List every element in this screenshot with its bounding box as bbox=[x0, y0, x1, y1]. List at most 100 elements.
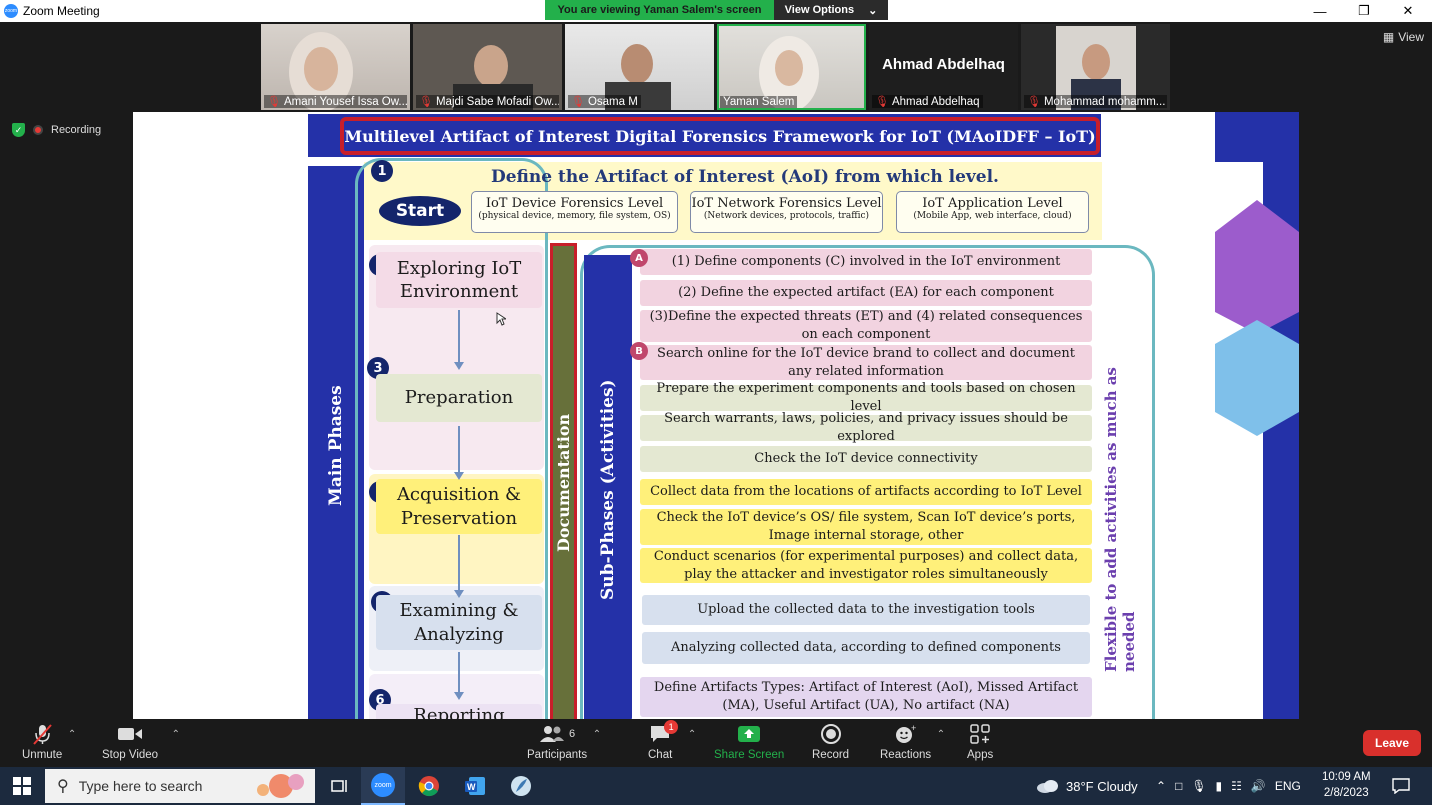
participant-display-name: Ahmad Abdelhaq bbox=[882, 56, 1005, 73]
participants-button[interactable]: 6 Participants ⌃ bbox=[527, 723, 601, 761]
participant-name: 🎙 Amani Yousef Issa Ow... bbox=[264, 95, 407, 108]
close-window-button[interactable]: ✕ bbox=[1386, 0, 1430, 22]
flow-arrow bbox=[458, 310, 460, 362]
record-button[interactable]: Record bbox=[812, 723, 849, 761]
restore-button[interactable]: ❐ bbox=[1342, 0, 1386, 22]
apps-button[interactable]: Apps bbox=[967, 723, 993, 761]
search-highlight-illustration bbox=[257, 774, 304, 798]
taskbar-search-input[interactable]: ⚲ Type here to search bbox=[45, 769, 315, 803]
clock[interactable]: 10:09 AM 2/8/2023 bbox=[1322, 767, 1371, 805]
participant-name: 🎙 Osama M bbox=[568, 95, 641, 108]
tag-b-badge: B bbox=[630, 342, 648, 360]
word-icon[interactable]: W bbox=[453, 767, 497, 805]
participant-name: 🎙 Mohammad mohamm... bbox=[1024, 95, 1167, 108]
participants-count: 6 bbox=[568, 728, 576, 740]
mic-muted-icon: 🎙 bbox=[419, 96, 433, 108]
windows-start-icon[interactable] bbox=[0, 767, 44, 805]
zoom-taskbar-icon[interactable]: zoom bbox=[361, 767, 405, 805]
participants-options-caret[interactable]: ⌃ bbox=[593, 729, 601, 740]
volume-icon[interactable]: 🔊 bbox=[1251, 779, 1266, 793]
phase-exploring: Exploring IoT Environment bbox=[376, 252, 542, 308]
unmute-options-caret[interactable]: ⌃ bbox=[68, 729, 76, 740]
windows-taskbar: ⚲ Type here to search zoom W 38°F Cloudy… bbox=[0, 767, 1432, 805]
recording-label: Recording bbox=[51, 124, 102, 136]
grid-icon: ▦ bbox=[1382, 30, 1395, 44]
mic-muted-icon: 🎙 bbox=[571, 96, 585, 108]
microphone-tray-icon[interactable]: 🎙 bbox=[1191, 779, 1206, 793]
recording-indicator[interactable]: ✓ Recording bbox=[12, 123, 101, 137]
leave-button[interactable]: Leave bbox=[1363, 730, 1421, 756]
activity-item: (3)Define the expected threats (ET) and … bbox=[640, 309, 1092, 342]
system-tray: ⌃ □ 🎙 ▮ ☷ 🔊 ENG bbox=[1156, 767, 1301, 805]
battery-icon[interactable]: ▮ bbox=[1216, 779, 1223, 793]
shared-screen: Multilevel Artifact of Interest Digital … bbox=[133, 112, 1299, 719]
participant-strip: 🎙 Amani Yousef Issa Ow... 🎙 Majdi Sabe Mof… bbox=[261, 24, 1170, 110]
step-number-1: 1 bbox=[371, 160, 393, 182]
video-options-caret[interactable]: ⌃ bbox=[172, 729, 180, 740]
stop-video-button[interactable]: Stop Video ⌃ bbox=[102, 723, 180, 761]
chevron-down-icon: ⌄ bbox=[868, 4, 878, 17]
zoom-app-icon: zoom bbox=[4, 4, 18, 18]
participant-tile-active[interactable]: Yaman Salem bbox=[717, 24, 866, 110]
minimize-button[interactable]: — bbox=[1298, 0, 1342, 22]
activity-item: Conduct scenarios (for experimental purp… bbox=[640, 548, 1092, 583]
chat-unread-badge: 1 bbox=[664, 720, 679, 734]
participants-icon: 6 bbox=[539, 723, 575, 745]
notifications-icon[interactable] bbox=[1392, 767, 1410, 805]
chevron-up-icon[interactable]: ⌃ bbox=[1156, 779, 1166, 793]
task-view-icon[interactable] bbox=[318, 767, 362, 805]
activity-item: Upload the collected data to the investi… bbox=[642, 595, 1090, 625]
unmute-button[interactable]: Unmute ⌃ bbox=[22, 723, 76, 761]
phase-preparation: Preparation bbox=[376, 374, 542, 422]
phase-reporting: Reporting bbox=[376, 704, 542, 719]
window-title: Zoom Meeting bbox=[23, 4, 100, 18]
chat-options-caret[interactable]: ⌃ bbox=[688, 729, 696, 740]
chat-bubble-icon: 1 bbox=[649, 720, 679, 745]
view-options-label: View Options bbox=[784, 4, 855, 16]
battery-saver-icon[interactable]: □ bbox=[1175, 779, 1182, 793]
activity-item: Check the IoT device connectivity bbox=[640, 446, 1092, 472]
security-shield-icon: ✓ bbox=[12, 123, 25, 137]
chrome-icon[interactable] bbox=[407, 767, 451, 805]
participant-name: Yaman Salem bbox=[720, 96, 798, 108]
clock-time: 10:09 AM bbox=[1322, 771, 1371, 784]
step1-heading: Define the Artifact of Interest (AoI) fr… bbox=[491, 167, 999, 187]
view-layout-button[interactable]: ▦ View bbox=[1383, 30, 1424, 44]
activity-item: Check the IoT device’s OS/ file system, … bbox=[640, 509, 1092, 545]
chat-button[interactable]: 1 Chat ⌃ bbox=[648, 720, 696, 761]
documentation-column: Documentation bbox=[550, 243, 577, 719]
apps-icon bbox=[969, 723, 991, 745]
language-indicator[interactable]: ENG bbox=[1275, 779, 1301, 793]
meeting-controls: Unmute ⌃ Stop Video ⌃ 6 Participants ⌃ 1… bbox=[0, 719, 1432, 767]
view-options-button[interactable]: View Options ⌄ bbox=[774, 0, 888, 20]
search-icon: ⚲ bbox=[57, 778, 69, 795]
app-feather-icon[interactable] bbox=[499, 767, 543, 805]
participant-tile[interactable]: 🎙 Osama M bbox=[565, 24, 714, 110]
reactions-button[interactable]: + Reactions ⌃ bbox=[880, 723, 945, 761]
flexible-note: Flexible to add activities as much as ne… bbox=[1102, 367, 1138, 672]
level-box-network: IoT Network Forensics Level (Network devi… bbox=[690, 191, 883, 233]
recording-dot-icon bbox=[33, 125, 43, 135]
level-box-application: IoT Application Level (Mobile App, web in… bbox=[896, 191, 1089, 233]
participant-tile[interactable]: Ahmad Abdelhaq 🎙 Ahmad Abdelhaq bbox=[869, 24, 1018, 110]
sub-phases-bar: Sub-Phases (Activities) bbox=[584, 255, 632, 719]
cloud-icon bbox=[1037, 780, 1058, 793]
flow-arrow bbox=[458, 426, 460, 472]
flow-arrow bbox=[458, 535, 460, 591]
slide-title: Multilevel Artifact of Interest Digital … bbox=[340, 117, 1100, 155]
weather-widget[interactable]: 38°F Cloudy bbox=[1036, 767, 1138, 805]
share-screen-button[interactable]: Share Screen bbox=[714, 723, 784, 761]
participant-tile[interactable]: 🎙 Amani Yousef Issa Ow... bbox=[261, 24, 410, 110]
viewing-screen-banner: You are viewing Yaman Salem's screen bbox=[545, 0, 774, 20]
network-icon[interactable]: ☷ bbox=[1231, 779, 1242, 793]
reactions-options-caret[interactable]: ⌃ bbox=[937, 729, 945, 740]
participant-tile[interactable]: 🎙 Majdi Sabe Mofadi Ow... bbox=[413, 24, 562, 110]
activity-item: (1) Define components (C) involved in th… bbox=[640, 249, 1092, 275]
arrow-head bbox=[454, 472, 464, 480]
participant-name: 🎙 Ahmad Abdelhaq bbox=[872, 95, 983, 108]
start-oval: Start bbox=[379, 196, 461, 226]
mic-muted-icon: 🎙 bbox=[267, 96, 281, 108]
activity-item: Prepare the experiment components and to… bbox=[640, 381, 1092, 414]
tag-a-badge: A bbox=[630, 249, 648, 267]
participant-tile[interactable]: 🎙 Mohammad mohamm... bbox=[1021, 24, 1170, 110]
